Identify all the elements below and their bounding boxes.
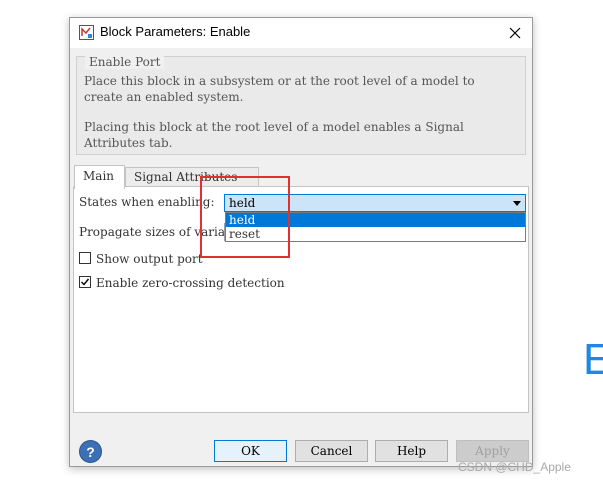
ok-button[interactable]: OK [214, 440, 287, 462]
title-bar[interactable]: Block Parameters: Enable [70, 18, 532, 48]
zero-crossing-checkbox[interactable] [79, 276, 91, 288]
chevron-down-icon[interactable] [513, 199, 521, 207]
tab-main[interactable]: Main [74, 165, 125, 189]
help-icon[interactable]: ? [79, 440, 102, 463]
zero-crossing-label: Enable zero-crossing detection [96, 276, 285, 290]
dialog-title: Block Parameters: Enable [100, 24, 251, 39]
description-line: Placing this block at the root level of … [84, 120, 464, 134]
tab-bar: Main Signal Attributes [74, 165, 530, 189]
close-icon [509, 27, 521, 39]
states-when-enabling-label: States when enabling: [79, 195, 215, 209]
groupbox-label: Enable Port [85, 55, 165, 69]
apply-button[interactable]: Apply [456, 440, 529, 462]
description-line: create an enabled system. [84, 90, 244, 104]
show-output-port-label: Show output port [96, 252, 203, 266]
watermark-text: CSDN @CHD_Apple [458, 460, 571, 474]
cancel-button[interactable]: Cancel [295, 440, 368, 462]
enable-port-groupbox: Enable Port Place this block in a subsys… [76, 55, 526, 155]
main-tab-panel: States when enabling: held held reset Pr… [73, 186, 529, 413]
annotation-highlight-box [200, 176, 290, 258]
block-parameters-dialog: Block Parameters: Enable Enable Port Pla… [69, 17, 533, 467]
close-button[interactable] [498, 18, 532, 48]
help-button[interactable]: Help [375, 440, 448, 462]
background-letter: E [583, 335, 603, 384]
simulink-block-icon [79, 25, 94, 40]
checkmark-icon [81, 278, 90, 286]
show-output-port-checkbox[interactable] [79, 252, 91, 264]
description-line: Place this block in a subsystem or at th… [84, 74, 475, 88]
description-line: Attributes tab. [84, 136, 173, 150]
